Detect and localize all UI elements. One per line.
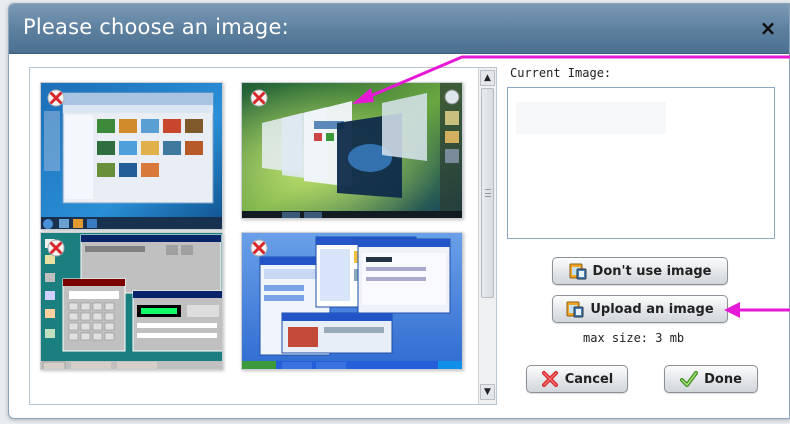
max-size-text: max size: 3 mb [583,331,685,345]
done-button[interactable]: Done [664,365,758,393]
dont-use-image-label: Don't use image [592,263,712,279]
gallery-scrollbar[interactable]: ▲ ▼ [478,68,496,404]
thumbnail-windows-vista[interactable] [241,82,463,219]
current-image-placeholder [516,102,666,134]
image-icon [566,301,584,318]
scrollbar-thumb[interactable] [481,88,494,298]
dialog-title: Please choose an image: [23,15,289,39]
image-icon [569,263,587,280]
delete-image-icon[interactable] [250,239,268,257]
cancel-button[interactable]: Cancel [526,365,628,393]
delete-image-icon[interactable] [47,239,65,257]
grip-icon [485,189,491,197]
upload-image-label: Upload an image [590,301,714,317]
cancel-label: Cancel [564,371,614,387]
cancel-x-icon [541,371,558,387]
thumbnail-windows-98[interactable] [40,232,223,370]
close-button[interactable]: × [757,17,779,39]
scroll-up-button[interactable]: ▲ [480,70,495,86]
thumbnail-windows-xp[interactable] [241,232,463,370]
scroll-down-button[interactable]: ▼ [480,384,495,400]
dont-use-image-button[interactable]: Don't use image [552,257,728,285]
image-gallery: ▲ ▼ [29,67,497,405]
checkmark-icon [680,371,699,387]
current-image-preview [507,87,775,239]
current-image-label: Current Image: [510,66,612,80]
delete-image-icon[interactable] [250,89,268,107]
dialog-titlebar: Please choose an image: × [9,4,789,54]
thumbnail-windows-7[interactable] [40,82,223,230]
delete-image-icon[interactable] [47,89,65,107]
done-label: Done [704,371,742,387]
upload-image-button[interactable]: Upload an image [552,295,728,323]
